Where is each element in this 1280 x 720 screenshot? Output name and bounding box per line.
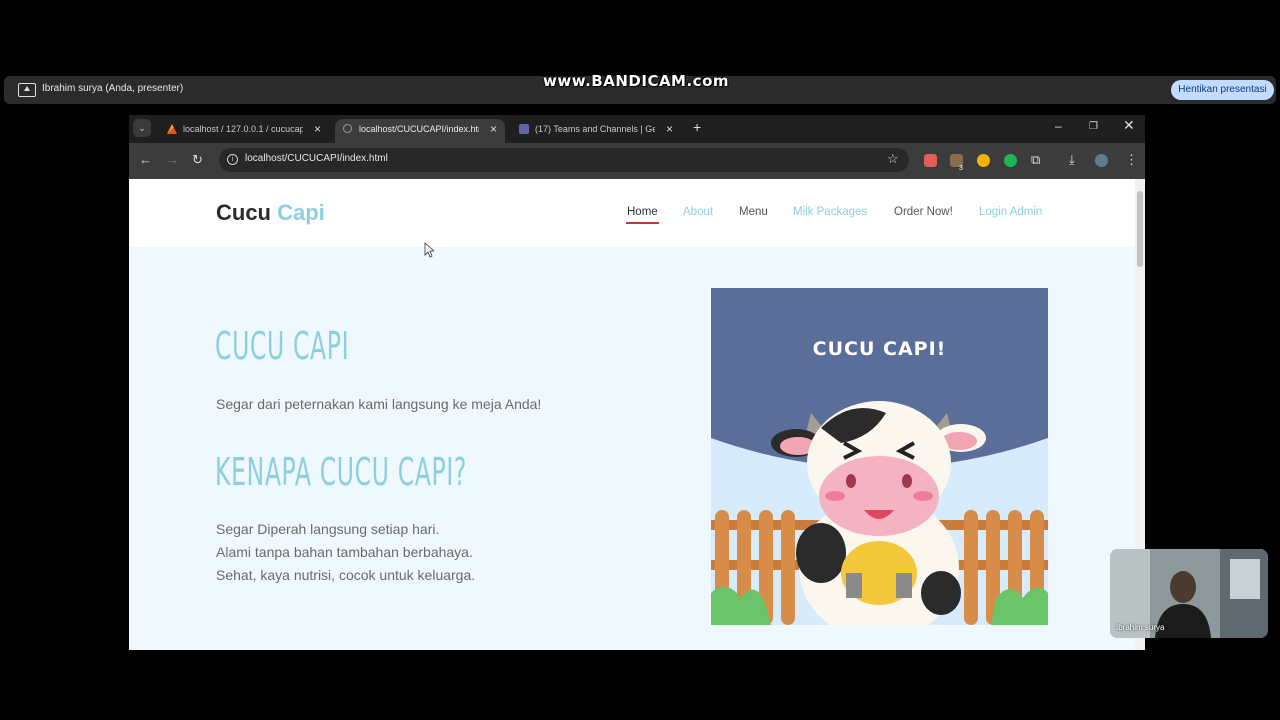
- browser-menu-icon[interactable]: ⋮: [1125, 152, 1138, 168]
- feature-item: Sehat, kaya nutrisi, cocok untuk keluarg…: [216, 567, 476, 583]
- cow-mascot-image: CUCU CAPI!: [711, 288, 1048, 625]
- reload-icon[interactable]: ↻: [192, 152, 203, 168]
- image-caption: CUCU CAPI!: [812, 338, 947, 360]
- brand-accent: Capi: [277, 200, 325, 225]
- back-icon[interactable]: ←: [139, 152, 152, 167]
- extensions-puzzle-icon[interactable]: ⧉: [1031, 152, 1040, 168]
- site-info-icon[interactable]: i: [227, 154, 238, 165]
- nav-menu[interactable]: Menu: [739, 206, 768, 218]
- minimize-icon[interactable]: –: [1055, 119, 1062, 133]
- nav-login-admin[interactable]: Login Admin: [979, 206, 1042, 218]
- download-icon[interactable]: ⤓: [1069, 152, 1075, 168]
- nav-about[interactable]: About: [683, 206, 713, 218]
- nav-milk-packages[interactable]: Milk Packages: [793, 206, 867, 218]
- extension-yellow-icon[interactable]: [977, 154, 990, 167]
- tab-title: localhost / 127.0.0.1 / cucucapi: [183, 124, 303, 134]
- new-tab-button[interactable]: +: [693, 119, 701, 135]
- tab-title: (17) Teams and Channels | General: [535, 124, 655, 134]
- cursor-arrow-icon: [424, 242, 436, 258]
- forward-icon[interactable]: →: [166, 152, 179, 167]
- tab-teams[interactable]: (17) Teams and Channels | General ×: [511, 119, 681, 143]
- tab-title: localhost/CUCUCAPI/index.html: [359, 124, 479, 134]
- feature-item: Segar Diperah langsung setiap hari.: [216, 521, 440, 537]
- feature-item: Alami tanpa bahan tambahan berbahaya.: [216, 544, 473, 560]
- site-navbar: Cucu Capi Home About Menu Milk Packages …: [129, 179, 1135, 247]
- tab-cucucapi[interactable]: localhost/CUCUCAPI/index.html ×: [335, 119, 505, 143]
- nav-order-now[interactable]: Order Now!: [894, 206, 953, 218]
- browser-window: ⌄ localhost / 127.0.0.1 / cucucapi × loc…: [129, 115, 1145, 650]
- url-text[interactable]: localhost/CUCUCAPI/index.html: [245, 153, 388, 164]
- close-tab-icon[interactable]: ×: [490, 119, 497, 139]
- webcam-preview: Ibrahim surya: [1110, 549, 1268, 638]
- tab-bar: ⌄ localhost / 127.0.0.1 / cucucapi × loc…: [129, 115, 1145, 143]
- close-tab-icon[interactable]: ×: [314, 119, 321, 139]
- address-bar[interactable]: i localhost/CUCUCAPI/index.html ☆: [219, 148, 909, 172]
- profile-avatar-icon[interactable]: [1095, 154, 1108, 167]
- teams-favicon-icon: [519, 124, 529, 134]
- tab-search-chevron-icon[interactable]: ⌄: [133, 119, 151, 137]
- brand-main: Cucu: [216, 200, 271, 225]
- why-title: KENAPA CUCU CAPI?: [215, 450, 468, 494]
- close-tab-icon[interactable]: ×: [666, 119, 673, 139]
- participant-name: Ibrahim surya: [1116, 623, 1165, 632]
- present-screen-icon: [18, 83, 36, 97]
- web-page: Cucu Capi Home About Menu Milk Packages …: [129, 179, 1135, 650]
- hero-subtitle: Segar dari peternakan kami langsung ke m…: [216, 396, 542, 412]
- nav-home[interactable]: Home: [626, 206, 659, 224]
- extension-red-icon[interactable]: [924, 154, 937, 167]
- site-logo[interactable]: Cucu Capi: [216, 200, 325, 226]
- globe-favicon-icon: [343, 124, 352, 133]
- phpmyadmin-favicon-icon: [167, 124, 177, 134]
- stop-presenting-button[interactable]: Hentikan presentasi: [1171, 80, 1274, 100]
- extension-green-shield-icon[interactable]: [1004, 154, 1017, 167]
- extension-badge: 3: [959, 165, 963, 172]
- hero-title: CUCU CAPI: [215, 324, 350, 368]
- browser-toolbar: ← → ↻ i localhost/CUCUCAPI/index.html ☆ …: [129, 143, 1145, 179]
- presenter-label: Ibrahim surya (Anda, presenter): [42, 83, 184, 94]
- restore-icon[interactable]: ❐: [1089, 121, 1098, 132]
- scroll-thumb[interactable]: [1137, 191, 1143, 267]
- tab-phpmyadmin[interactable]: localhost / 127.0.0.1 / cucucapi ×: [159, 119, 329, 143]
- close-window-icon[interactable]: ✕: [1123, 117, 1135, 134]
- bookmark-star-icon[interactable]: ☆: [887, 151, 899, 167]
- recorder-watermark: www.BANDICAM.com: [543, 72, 730, 90]
